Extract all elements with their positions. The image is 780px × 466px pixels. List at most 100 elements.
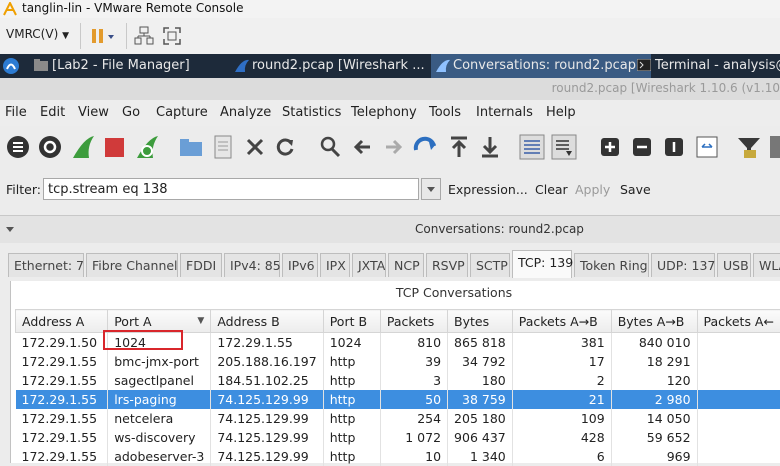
clear-button[interactable]: Clear [535,182,568,197]
annotation-highlight-box [103,330,183,350]
zoom-out-icon[interactable] [629,134,655,160]
display-filter-input[interactable]: tcp.stream eq 138 [43,178,419,200]
tab-ipx[interactable]: IPX [320,253,350,277]
distro-menu-icon[interactable] [2,57,20,75]
tab-ipv6[interactable]: IPv6 [282,253,318,277]
menu-capture[interactable]: Capture [156,105,208,120]
window-title: tanglin-lin - VMware Remote Console [22,1,243,15]
tab-ethernet[interactable]: Ethernet: 7 [8,253,84,277]
chevron-down-icon[interactable] [5,226,15,234]
table-cell: 14 050 [611,409,697,428]
column-header[interactable]: Address B [211,310,323,333]
menu-go[interactable]: Go [122,105,140,120]
auto-scroll-icon[interactable] [551,134,577,160]
first-packet-icon[interactable] [446,134,472,160]
save-filter-button[interactable]: Save [620,182,651,197]
column-header[interactable]: Address A [16,310,108,333]
find-packet-icon[interactable] [317,134,343,160]
column-header[interactable]: Bytes [448,310,513,333]
table-row[interactable]: 172.29.1.55adobeserver-374.125.129.99htt… [16,447,780,466]
tab-usb[interactable]: USB [717,253,751,277]
tab-jxta[interactable]: JXTA [352,253,386,277]
table-row[interactable]: 172.29.1.55netcelera74.125.129.99http254… [16,409,780,428]
menu-file[interactable]: File [5,105,27,120]
tab-tcp[interactable]: TCP: 139 [512,250,572,278]
protocol-tabs: Ethernet: 7 Fibre Channel FDDI IPv4: 85 … [0,243,780,281]
table-cell: 205 180 [448,409,513,428]
table-cell: 172.29.1.50 [16,333,108,353]
table-cell: http [323,447,380,466]
restart-capture-icon[interactable] [134,134,160,160]
apply-button[interactable]: Apply [575,182,610,197]
menu-edit[interactable]: Edit [40,105,65,120]
table-row[interactable]: 172.29.1.55bmc-jmx-port205.188.16.197htt… [16,352,780,371]
interfaces-icon[interactable] [5,134,31,160]
table-cell: 2 980 [611,390,697,409]
table-cell: 59 652 [611,428,697,447]
reload-icon[interactable] [272,134,298,160]
tab-sctp[interactable]: SCTP [470,253,510,277]
menu-analyze[interactable]: Analyze [220,105,271,120]
display-filters-icon[interactable] [768,134,780,160]
table-cell: 74.125.129.99 [211,409,323,428]
table-cell: 865 818 [448,333,513,353]
pause-button[interactable] [88,28,114,46]
open-file-icon[interactable] [178,134,204,160]
menu-telephony[interactable]: Telephony [351,105,417,120]
normal-size-icon[interactable] [661,134,687,160]
menu-internals[interactable]: Internals [476,105,533,120]
tab-wlan[interactable]: WLA [753,253,780,277]
table-cell: http [323,352,380,371]
last-packet-icon[interactable] [477,134,503,160]
task-conversations[interactable]: Conversations: round2.pcap [431,54,651,78]
table-row[interactable]: 172.29.1.55sagectlpanel184.51.102.25http… [16,371,780,390]
tab-token-ring[interactable]: Token Ring [574,253,649,277]
go-back-icon[interactable] [350,134,376,160]
tab-ncp[interactable]: NCP [388,253,424,277]
task-wireshark[interactable]: round2.pcap [Wireshark ... [230,54,447,78]
tab-udp[interactable]: UDP: 137 [651,253,715,277]
column-header[interactable]: Packets [380,310,447,333]
column-header[interactable]: Packets A← [697,310,780,333]
table-row[interactable]: 172.29.1.55ws-discovery74.125.129.99http… [16,428,780,447]
start-capture-icon[interactable] [70,134,96,160]
tab-ipv4[interactable]: IPv4: 85 [224,253,280,277]
column-header[interactable]: Bytes A→B [611,310,697,333]
task-terminal[interactable]: Terminal - analysis@a [633,54,780,78]
network-icon[interactable] [134,26,154,46]
vmrc-menu-button[interactable]: VMRC(V) ▼ [6,27,69,41]
stop-capture-icon[interactable] [101,134,127,160]
table-cell: sagectlpanel [108,371,211,390]
table-cell: 172.29.1.55 [16,428,108,447]
go-to-packet-icon[interactable] [412,134,438,160]
table-cell: adobeserver-3 [108,447,211,466]
menu-view[interactable]: View [78,105,109,120]
menu-help[interactable]: Help [546,105,576,120]
zoom-in-icon[interactable] [597,134,623,160]
close-file-icon[interactable] [242,134,268,160]
colorize-icon[interactable] [519,134,545,160]
filter-history-dropdown[interactable] [421,178,441,200]
column-header-label: Port A [114,314,151,329]
save-file-icon[interactable] [210,134,236,160]
capture-filters-icon[interactable] [736,134,762,160]
menu-tools[interactable]: Tools [429,105,461,120]
chevron-down-icon: ▼ [62,31,69,41]
main-toolbar [0,126,780,170]
column-header[interactable]: Port B [323,310,380,333]
capture-options-icon[interactable] [37,134,63,160]
expression-button[interactable]: Expression... [448,182,528,197]
table-cell: 172.29.1.55 [16,409,108,428]
menu-statistics[interactable]: Statistics [282,105,341,120]
tab-fibre-channel[interactable]: Fibre Channel [86,253,178,277]
table-cell [697,409,780,428]
table-cell [697,333,780,353]
resize-columns-icon[interactable] [694,134,720,160]
task-file-manager[interactable]: [Lab2 - File Manager] [30,54,242,78]
tab-fddi[interactable]: FDDI [180,253,222,277]
go-forward-icon[interactable] [380,134,406,160]
fullscreen-icon[interactable] [162,26,182,46]
column-header[interactable]: Packets A→B [512,310,611,333]
tab-rsvp[interactable]: RSVP [426,253,468,277]
table-row[interactable]: 172.29.1.55lrs-paging74.125.129.99http50… [16,390,780,409]
